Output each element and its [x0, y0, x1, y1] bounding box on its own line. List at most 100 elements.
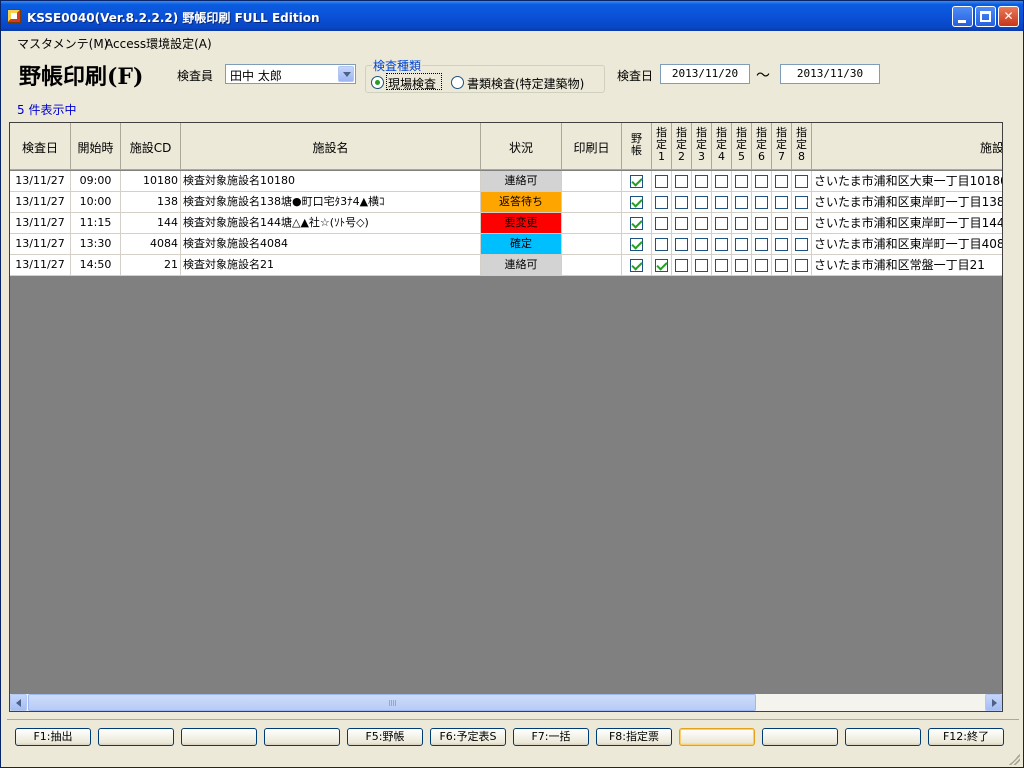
spec-5-checkbox[interactable] — [735, 238, 748, 251]
chevron-down-icon[interactable] — [338, 66, 354, 82]
spec-6-checkbox[interactable] — [755, 217, 768, 230]
spec-7-checkbox[interactable] — [775, 217, 788, 230]
spec-7-checkbox[interactable] — [775, 196, 788, 209]
inspector-combobox[interactable]: 田中 太郎 — [225, 64, 356, 84]
spec-2-checkbox[interactable] — [675, 175, 688, 188]
spec-6-checkbox[interactable] — [755, 259, 768, 272]
radio-site-label[interactable]: 現場検査 — [388, 75, 436, 92]
date-from-input[interactable]: 2013/11/20 — [660, 64, 750, 84]
spec-6-checkbox[interactable] — [755, 196, 768, 209]
spec-6-checkbox[interactable] — [755, 175, 768, 188]
col-header-spec-8[interactable]: 指定8 — [792, 123, 812, 170]
table-row[interactable]: 13/11/27 11:15 144 検査対象施設名144塘△▲社☆(ｿﾄ号◇) 要変更… — [10, 213, 1002, 234]
col-header-spec-1[interactable]: 指定1 — [652, 123, 672, 170]
spec-5-checkbox[interactable] — [735, 259, 748, 272]
resize-grip-icon[interactable] — [1009, 754, 1020, 765]
yacho-checkbox[interactable] — [630, 259, 643, 272]
spec-8-checkbox[interactable] — [795, 217, 808, 230]
col-header-address[interactable]: 施設 — [812, 123, 1002, 170]
spec-2-checkbox[interactable] — [675, 196, 688, 209]
col-header-yacho[interactable]: 野帳 — [622, 123, 652, 170]
spec-4-checkbox[interactable] — [715, 259, 728, 272]
minimize-button[interactable] — [952, 6, 973, 27]
fkey-button-2[interactable] — [98, 728, 174, 746]
yacho-checkbox[interactable] — [630, 238, 643, 251]
col-header-spec-7[interactable]: 指定7 — [772, 123, 792, 170]
radio-document-inspection[interactable] — [451, 76, 464, 89]
col-header-spec-6[interactable]: 指定6 — [752, 123, 772, 170]
spec-4-checkbox[interactable] — [715, 175, 728, 188]
fkey-button-7[interactable]: F7:一括 — [513, 728, 589, 746]
spec-3-checkbox[interactable] — [695, 238, 708, 251]
spec-8-checkbox[interactable] — [795, 259, 808, 272]
spec-8-checkbox[interactable] — [795, 238, 808, 251]
spec-8-checkbox[interactable] — [795, 175, 808, 188]
fkey-button-12[interactable]: F12:終了 — [928, 728, 1004, 746]
horizontal-scrollbar[interactable] — [10, 694, 1002, 711]
date-to-input[interactable]: 2013/11/30 — [780, 64, 880, 84]
col-header-start[interactable]: 開始時 — [71, 123, 121, 170]
col-header-date[interactable]: 検査日 — [10, 123, 71, 170]
fkey-button-5[interactable]: F5:野帳 — [347, 728, 423, 746]
spec-3-checkbox[interactable] — [695, 217, 708, 230]
radio-site-inspection[interactable] — [371, 76, 384, 89]
col-header-cd[interactable]: 施設CD — [121, 123, 181, 170]
col-header-status[interactable]: 状況 — [481, 123, 562, 170]
scroll-right-icon[interactable] — [985, 694, 1002, 711]
spec-7-checkbox[interactable] — [775, 175, 788, 188]
spec-2-checkbox[interactable] — [675, 217, 688, 230]
scroll-thumb[interactable] — [28, 694, 756, 711]
yacho-checkbox[interactable] — [630, 196, 643, 209]
yacho-checkbox[interactable] — [630, 175, 643, 188]
cell-spec-6 — [752, 213, 772, 234]
spec-5-checkbox[interactable] — [735, 196, 748, 209]
spec-1-checkbox[interactable] — [655, 196, 668, 209]
menu-master-maintenance[interactable]: マスタメンテ(M) — [17, 35, 108, 52]
spec-7-checkbox[interactable] — [775, 259, 788, 272]
spec-3-checkbox[interactable] — [695, 175, 708, 188]
spec-4-checkbox[interactable] — [715, 238, 728, 251]
spec-5-checkbox[interactable] — [735, 175, 748, 188]
spec-3-checkbox[interactable] — [695, 196, 708, 209]
col-header-spec-4[interactable]: 指定4 — [712, 123, 732, 170]
spec-6-checkbox[interactable] — [755, 238, 768, 251]
results-grid[interactable]: 検査日 開始時 施設CD 施設名 状況 印刷日 野帳 指定1指定2指定3指定4指… — [9, 122, 1003, 712]
app-icon[interactable] — [7, 9, 21, 23]
col-header-spec-2[interactable]: 指定2 — [672, 123, 692, 170]
col-header-name[interactable]: 施設名 — [181, 123, 481, 170]
fkey-button-9[interactable] — [679, 728, 755, 746]
spec-1-checkbox[interactable] — [655, 175, 668, 188]
spec-4-checkbox[interactable] — [715, 196, 728, 209]
spec-1-checkbox[interactable] — [655, 217, 668, 230]
close-button[interactable]: ✕ — [998, 6, 1019, 27]
spec-3-checkbox[interactable] — [695, 259, 708, 272]
fkey-button-4[interactable] — [264, 728, 340, 746]
spec-5-checkbox[interactable] — [735, 217, 748, 230]
table-row[interactable]: 13/11/27 14:50 21 検査対象施設名21 連絡可 さいたま市浦和区常盤一丁目… — [10, 255, 1002, 276]
fkey-button-1[interactable]: F1:抽出 — [15, 728, 91, 746]
col-header-print-date[interactable]: 印刷日 — [562, 123, 622, 170]
spec-1-checkbox[interactable] — [655, 259, 668, 272]
radio-document-label[interactable]: 書類検査(特定建築物) — [467, 75, 584, 92]
title-bar[interactable]: KSSE0040(Ver.8.2.2.2) 野帳印刷 FULL Edition … — [1, 1, 1023, 31]
spec-4-checkbox[interactable] — [715, 217, 728, 230]
menu-access-settings[interactable]: Access環境設定(A) — [105, 35, 212, 52]
spec-1-checkbox[interactable] — [655, 238, 668, 251]
scroll-left-icon[interactable] — [10, 694, 27, 711]
fkey-button-11[interactable] — [845, 728, 921, 746]
table-row[interactable]: 13/11/27 13:30 4084 検査対象施設名4084 確定 さいたま市浦和区東岸… — [10, 234, 1002, 255]
maximize-button[interactable] — [975, 6, 996, 27]
col-header-spec-3[interactable]: 指定3 — [692, 123, 712, 170]
fkey-button-10[interactable] — [762, 728, 838, 746]
table-row[interactable]: 13/11/27 09:00 10180 検査対象施設名10180 連絡可 さいたま市浦和… — [10, 171, 1002, 192]
yacho-checkbox[interactable] — [630, 217, 643, 230]
spec-8-checkbox[interactable] — [795, 196, 808, 209]
spec-2-checkbox[interactable] — [675, 238, 688, 251]
fkey-button-3[interactable] — [181, 728, 257, 746]
table-row[interactable]: 13/11/27 10:00 138 検査対象施設名138塘●町口宅ﾀ3ﾅ4▲横ｺ 返答… — [10, 192, 1002, 213]
fkey-button-6[interactable]: F6:予定表S — [430, 728, 506, 746]
fkey-button-8[interactable]: F8:指定票 — [596, 728, 672, 746]
col-header-spec-5[interactable]: 指定5 — [732, 123, 752, 170]
spec-2-checkbox[interactable] — [675, 259, 688, 272]
spec-7-checkbox[interactable] — [775, 238, 788, 251]
